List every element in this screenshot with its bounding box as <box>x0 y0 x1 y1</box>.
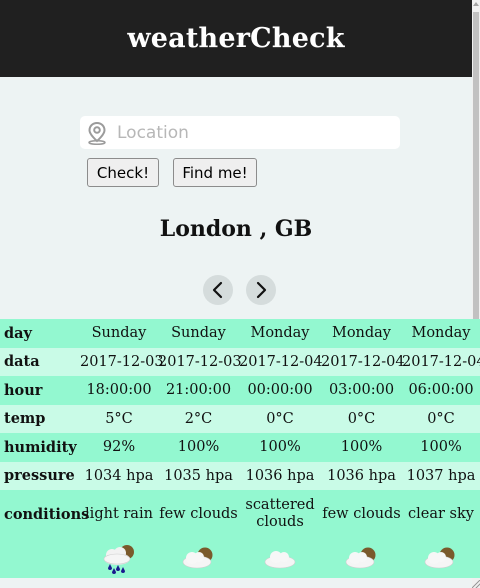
table-cell: scattered clouds <box>239 490 321 538</box>
table-cell: Sunday <box>158 319 239 348</box>
chevron-right-icon <box>256 281 267 299</box>
table-cell: 2017-12-04 <box>239 347 323 376</box>
table-cell: 06:00:00 <box>402 376 480 405</box>
app-title: weatherCheck <box>127 23 345 54</box>
few-clouds-icon <box>345 547 375 569</box>
table-cell: 00:00:00 <box>239 376 321 405</box>
table-cell: 2017-12-03 <box>80 347 164 376</box>
table-cell: 1036 hpa <box>321 461 402 490</box>
few-clouds-icon <box>182 547 212 569</box>
table-cell <box>80 538 158 578</box>
resize-grip-icon[interactable] <box>472 580 480 588</box>
table-cell: 100% <box>158 433 239 462</box>
row-label-conditions: conditions <box>0 490 89 538</box>
table-cell: 1036 hpa <box>239 461 321 490</box>
forecast-table: day Sunday Sunday Monday Monday Monday d… <box>0 319 480 578</box>
table-cell: 100% <box>402 433 480 462</box>
location-input[interactable] <box>117 122 387 143</box>
table-cell: 2°C <box>158 404 239 433</box>
table-cell: 1035 hpa <box>158 461 239 490</box>
table-cell: few clouds <box>158 490 239 538</box>
table-cell: 2017-12-04 <box>321 347 405 376</box>
location-title: London , GB <box>159 216 313 242</box>
table-cell <box>239 538 321 578</box>
scroll-up-arrow-icon[interactable] <box>473 2 479 6</box>
table-cell: clear sky <box>402 490 480 538</box>
table-cell: 100% <box>321 433 402 462</box>
table-cell: 0°C <box>239 404 321 433</box>
next-button[interactable] <box>246 275 276 305</box>
table-row-pressure: pressure 1034 hpa 1035 hpa 1036 hpa 1036… <box>0 461 480 490</box>
table-cell: 03:00:00 <box>321 376 402 405</box>
table-row-hour: hour 18:00:00 21:00:00 00:00:00 03:00:00… <box>0 376 480 405</box>
table-cell: 0°C <box>402 404 480 433</box>
table-row-temp: temp 5°C 2°C 0°C 0°C 0°C <box>0 404 480 433</box>
table-cell: Monday <box>321 319 402 348</box>
row-label-temp: temp <box>0 404 80 433</box>
find-me-button[interactable]: Find me! <box>173 158 257 187</box>
table-cell: Sunday <box>80 319 158 348</box>
table-cell: 0°C <box>321 404 402 433</box>
row-label-hour: hour <box>0 376 80 405</box>
table-cell: 1034 hpa <box>80 461 158 490</box>
rain-cloud-sun-icon <box>103 545 134 574</box>
table-cell: light rain <box>80 490 158 538</box>
table-cell: Monday <box>239 319 321 348</box>
cloud-icon <box>264 551 296 569</box>
table-row-humidity: humidity 92% 100% 100% 100% 100% <box>0 433 480 462</box>
empty-label-cell <box>0 538 80 578</box>
table-cell <box>402 538 480 578</box>
location-pin-icon <box>88 121 106 145</box>
table-cell: 18:00:00 <box>80 376 158 405</box>
table-cell: 100% <box>239 433 321 462</box>
few-clouds-icon <box>424 547 455 569</box>
previous-button[interactable] <box>203 275 233 305</box>
row-label-humidity: humidity <box>0 433 80 462</box>
table-cell: 5°C <box>80 404 158 433</box>
chevron-left-icon <box>212 281 223 299</box>
row-label-data: data <box>0 347 80 376</box>
table-cell: 2017-12-04 <box>402 347 480 376</box>
table-row-icons <box>0 538 480 578</box>
table-row-conditions: conditions light rain few clouds scatter… <box>0 490 480 538</box>
row-label-pressure: pressure <box>0 461 80 490</box>
table-row-data: data 2017-12-03 2017-12-03 2017-12-04 20… <box>0 347 480 376</box>
app-header: weatherCheck <box>0 0 472 77</box>
table-cell: 1037 hpa <box>402 461 480 490</box>
table-cell: Monday <box>402 319 480 348</box>
table-cell <box>321 538 402 578</box>
row-label-day: day <box>0 319 80 348</box>
check-button[interactable]: Check! <box>87 158 159 187</box>
table-cell: few clouds <box>321 490 402 538</box>
table-cell: 21:00:00 <box>158 376 239 405</box>
table-row-day: day Sunday Sunday Monday Monday Monday <box>0 319 480 348</box>
table-cell: 92% <box>80 433 158 462</box>
table-cell: 2017-12-03 <box>158 347 242 376</box>
table-cell <box>158 538 239 578</box>
location-search-box[interactable] <box>80 116 400 149</box>
